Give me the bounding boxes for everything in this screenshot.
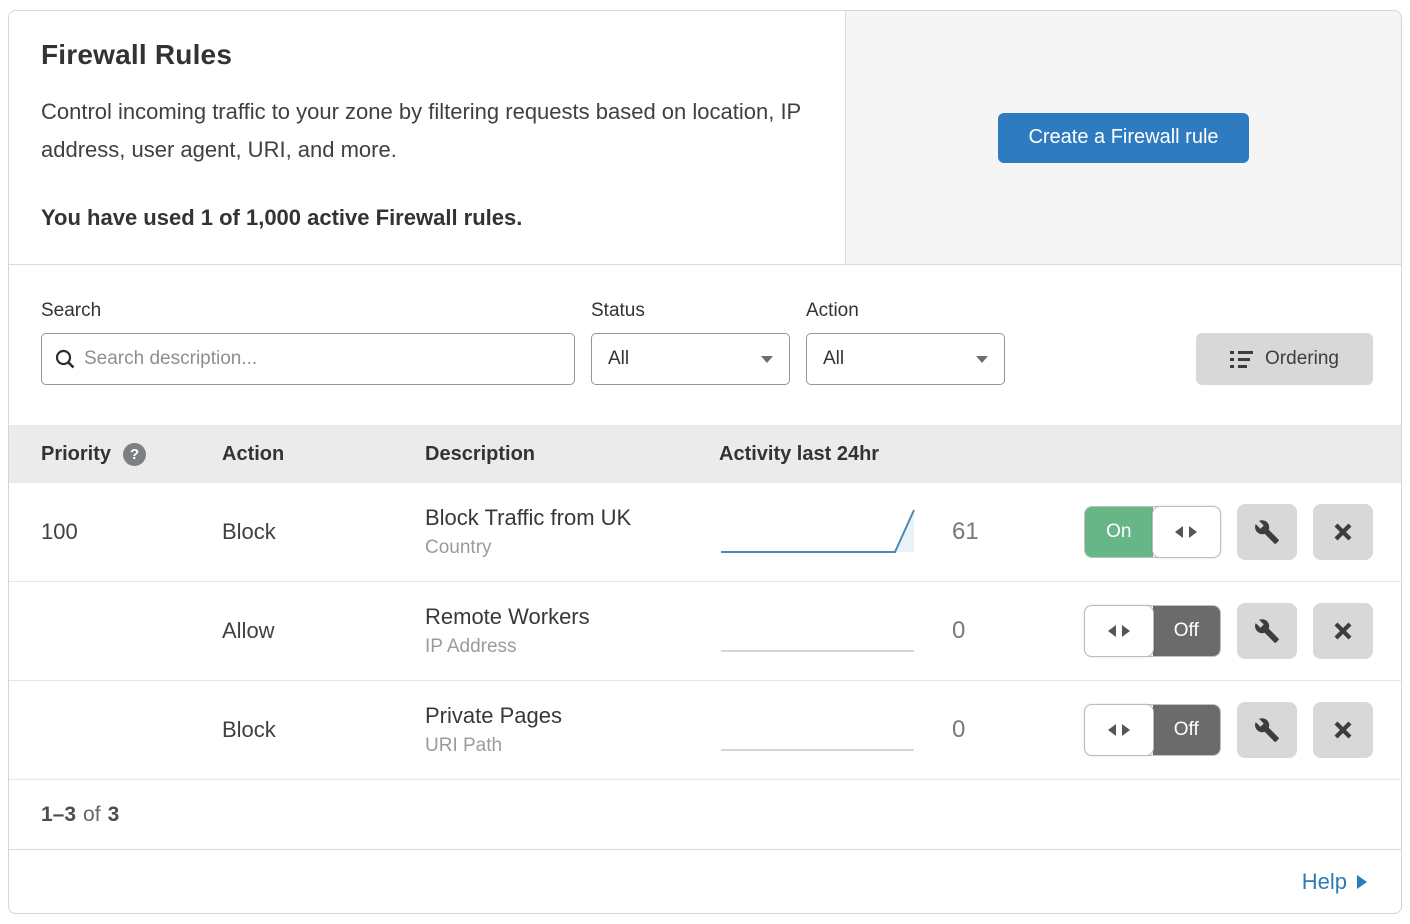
column-action: Action bbox=[222, 443, 425, 466]
drag-arrows-icon bbox=[1152, 506, 1222, 558]
pagination-total: 3 bbox=[108, 803, 120, 827]
action-dropdown[interactable]: All bbox=[806, 333, 1005, 385]
enable-toggle[interactable]: Off bbox=[1084, 704, 1221, 756]
drag-arrows-icon bbox=[1084, 605, 1154, 657]
action-label: Action bbox=[806, 300, 1005, 322]
edit-rule-button[interactable] bbox=[1237, 603, 1297, 659]
status-label: Status bbox=[591, 300, 790, 322]
delete-rule-button[interactable] bbox=[1313, 603, 1373, 659]
pagination-bar: 1–3 of 3 bbox=[9, 780, 1401, 850]
action-dropdown-value: All bbox=[823, 348, 844, 370]
rule-action: Block bbox=[222, 717, 425, 743]
header-text-panel: Firewall Rules Control incoming traffic … bbox=[9, 11, 845, 264]
filter-bar: Search Status All Action All bbox=[9, 265, 1401, 425]
delete-rule-button[interactable] bbox=[1313, 702, 1373, 758]
rule-description: Remote Workers bbox=[425, 604, 719, 630]
header-action-panel: Create a Firewall rule bbox=[845, 11, 1401, 264]
table-row: 100 Block Block Traffic from UK Country … bbox=[9, 483, 1401, 582]
search-icon bbox=[54, 348, 76, 370]
help-link[interactable]: Help bbox=[1302, 869, 1367, 895]
ordered-list-icon bbox=[1230, 351, 1253, 368]
header-section: Firewall Rules Control incoming traffic … bbox=[9, 11, 1401, 265]
column-activity: Activity last 24hr bbox=[719, 443, 924, 466]
rule-description-cell: Remote Workers IP Address bbox=[425, 604, 719, 658]
page-description: Control incoming traffic to your zone by… bbox=[41, 93, 813, 169]
arrow-right-icon bbox=[1357, 875, 1367, 889]
ordering-button[interactable]: Ordering bbox=[1196, 333, 1373, 385]
table-header-row: Priority ? Action Description Activity l… bbox=[9, 425, 1401, 483]
edit-rule-button[interactable] bbox=[1237, 702, 1297, 758]
search-input[interactable] bbox=[84, 348, 562, 370]
table-row: Block Private Pages URI Path 0 Off bbox=[9, 681, 1401, 780]
help-icon[interactable]: ? bbox=[123, 443, 146, 466]
table-row: Allow Remote Workers IP Address 0 Off bbox=[9, 582, 1401, 681]
activity-count: 0 bbox=[924, 617, 1049, 645]
column-priority-label: Priority bbox=[41, 443, 111, 466]
status-dropdown-value: All bbox=[608, 348, 629, 370]
toggle-state-label: On bbox=[1085, 507, 1153, 557]
close-icon bbox=[1331, 718, 1355, 742]
help-link-label: Help bbox=[1302, 869, 1347, 895]
enable-toggle[interactable]: Off bbox=[1084, 605, 1221, 657]
rule-description-cell: Block Traffic from UK Country bbox=[425, 505, 719, 559]
status-filter-group: Status All bbox=[591, 300, 790, 385]
chevron-down-icon bbox=[976, 356, 988, 363]
toggle-state-label: Off bbox=[1153, 705, 1221, 755]
search-label: Search bbox=[41, 300, 575, 322]
pagination-of: of bbox=[83, 803, 101, 827]
activity-sparkline bbox=[719, 700, 924, 761]
activity-sparkline bbox=[719, 601, 924, 662]
edit-rule-button[interactable] bbox=[1237, 504, 1297, 560]
column-description: Description bbox=[425, 443, 719, 466]
activity-sparkline bbox=[719, 502, 924, 563]
close-icon bbox=[1331, 520, 1355, 544]
chevron-down-icon bbox=[761, 356, 773, 363]
activity-count: 61 bbox=[924, 518, 1049, 546]
search-group: Search bbox=[41, 300, 575, 385]
firewall-rules-card: Firewall Rules Control incoming traffic … bbox=[8, 10, 1402, 914]
drag-arrows-icon bbox=[1084, 704, 1154, 756]
rule-controls: On bbox=[1049, 504, 1401, 560]
wrench-icon bbox=[1254, 717, 1280, 743]
rule-match-type: Country bbox=[425, 537, 719, 559]
rule-action: Block bbox=[222, 519, 425, 545]
toggle-state-label: Off bbox=[1153, 606, 1221, 656]
help-bar: Help bbox=[9, 850, 1401, 913]
delete-rule-button[interactable] bbox=[1313, 504, 1373, 560]
wrench-icon bbox=[1254, 618, 1280, 644]
rule-description: Block Traffic from UK bbox=[425, 505, 719, 531]
enable-toggle[interactable]: On bbox=[1084, 506, 1221, 558]
rule-controls: Off bbox=[1049, 702, 1401, 758]
rule-description: Private Pages bbox=[425, 703, 719, 729]
rule-match-type: IP Address bbox=[425, 636, 719, 658]
close-icon bbox=[1331, 619, 1355, 643]
activity-count: 0 bbox=[924, 716, 1049, 744]
page-title: Firewall Rules bbox=[41, 39, 813, 71]
rule-match-type: URI Path bbox=[425, 735, 719, 757]
usage-note: You have used 1 of 1,000 active Firewall… bbox=[41, 205, 813, 231]
create-firewall-rule-button[interactable]: Create a Firewall rule bbox=[998, 113, 1248, 163]
ordering-button-label: Ordering bbox=[1265, 348, 1339, 370]
rule-description-cell: Private Pages URI Path bbox=[425, 703, 719, 757]
rule-controls: Off bbox=[1049, 603, 1401, 659]
rule-priority: 100 bbox=[41, 519, 222, 545]
wrench-icon bbox=[1254, 519, 1280, 545]
rule-action: Allow bbox=[222, 618, 425, 644]
column-priority: Priority ? bbox=[41, 443, 222, 466]
table-body: 100 Block Block Traffic from UK Country … bbox=[9, 483, 1401, 780]
pagination-range: 1–3 bbox=[41, 803, 76, 827]
status-dropdown[interactable]: All bbox=[591, 333, 790, 385]
action-filter-group: Action All bbox=[806, 300, 1005, 385]
search-box bbox=[41, 333, 575, 385]
